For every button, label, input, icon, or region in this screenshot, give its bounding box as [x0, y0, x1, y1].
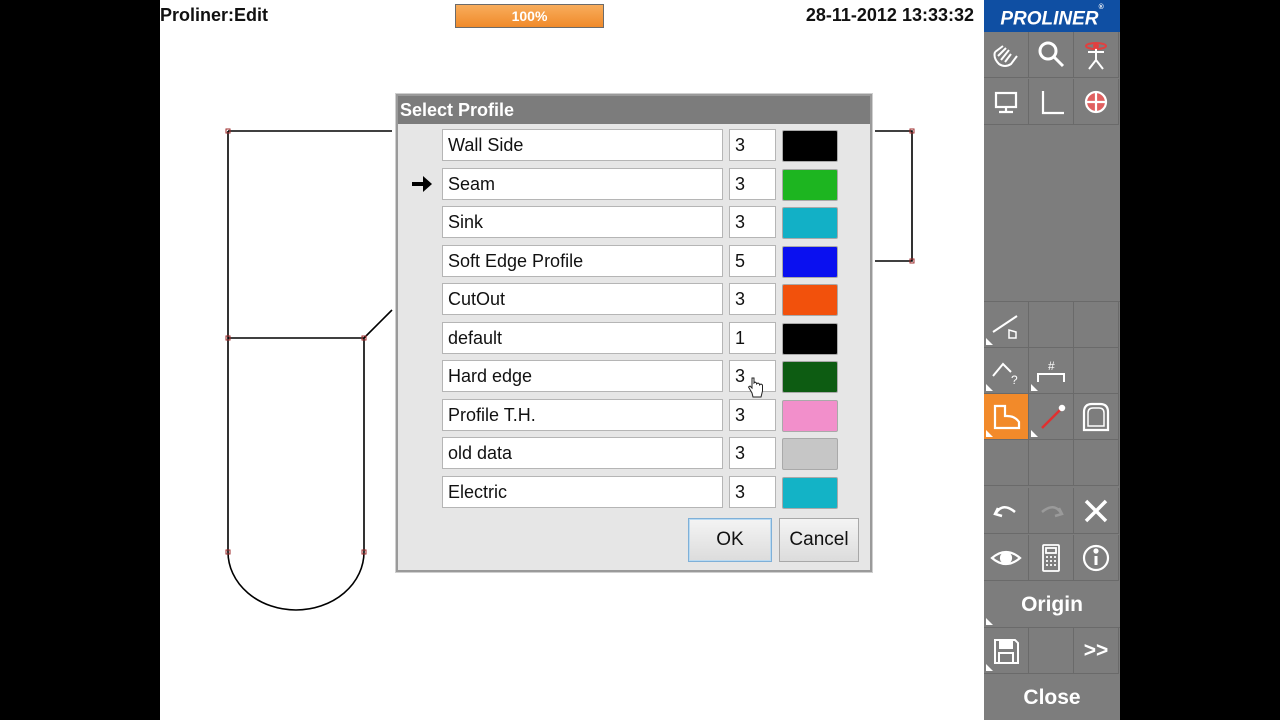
profile-color-swatch[interactable]	[782, 168, 838, 201]
profile-value-field[interactable]: 1	[729, 321, 776, 354]
profile-shape-icon[interactable]	[984, 394, 1029, 440]
delete-x-icon[interactable]	[1074, 488, 1119, 534]
app-title: Proliner:Edit	[160, 5, 269, 25]
profile-value-field[interactable]: 3	[729, 437, 776, 469]
empty-slot	[984, 440, 1029, 486]
profile-name-field[interactable]: Profile T.H.	[442, 398, 723, 431]
profile-name-field[interactable]: Electric	[442, 475, 723, 508]
undo-icon[interactable]	[984, 488, 1029, 534]
progress-text: 100%	[511, 8, 548, 24]
progress-bar: 100%	[455, 4, 604, 28]
empty-slot	[1074, 348, 1119, 394]
profile-value-field[interactable]: 3	[729, 475, 776, 508]
profile-value-field[interactable]: 3	[729, 206, 776, 238]
profile-row[interactable]: old data 3	[398, 437, 870, 471]
profile-row[interactable]: Hard edge 3	[398, 360, 870, 394]
logo-text: PROLINER	[1000, 8, 1099, 30]
profile-color-swatch[interactable]	[782, 130, 838, 162]
dialog-title: Select Profile	[398, 96, 870, 124]
profile-name-field[interactable]: CutOut	[442, 283, 723, 315]
profile-name-field[interactable]: Hard edge	[442, 360, 723, 392]
profile-name-field[interactable]: Wall Side	[442, 129, 723, 161]
profile-name-field[interactable]: default	[442, 321, 723, 354]
profile-color-swatch[interactable]	[782, 207, 838, 239]
empty-slot	[1074, 440, 1119, 486]
profile-color-swatch[interactable]	[782, 399, 838, 432]
profile-name-field[interactable]: Soft Edge Profile	[442, 244, 723, 277]
hand-pointer-icon	[747, 377, 763, 398]
line-touch-icon[interactable]	[984, 302, 1029, 348]
profile-row[interactable]: CutOut 3	[398, 283, 870, 317]
profile-row[interactable]: Seam 3	[398, 167, 870, 202]
top-bar: Proliner:Edit 100% 28-11-2012 13:33:32	[160, 0, 984, 32]
cancel-button[interactable]: Cancel	[779, 518, 859, 562]
calculator-icon[interactable]	[1029, 535, 1074, 581]
profile-row[interactable]: Sink 3	[398, 206, 870, 240]
application-window: Proliner:Edit 100% 28-11-2012 13:33:32 S…	[160, 0, 1120, 720]
profile-value-field[interactable]: 3	[729, 398, 776, 431]
pan-hand-icon[interactable]	[984, 32, 1029, 78]
profile-row[interactable]: Electric 3	[398, 475, 870, 510]
profile-color-swatch[interactable]	[782, 284, 838, 316]
select-profile-dialog: Select Profile Wall Side 3 Seam 3 Sink 3 Soft …	[396, 94, 872, 572]
red-line-icon[interactable]	[1029, 394, 1074, 440]
info-icon[interactable]	[1074, 535, 1119, 581]
selected-arrow-icon	[412, 175, 432, 192]
profile-name-field[interactable]: old data	[442, 437, 723, 469]
monitor-icon[interactable]	[984, 79, 1029, 125]
axis-corner-icon[interactable]	[1029, 79, 1074, 125]
svg-text:?: ?	[1011, 373, 1018, 387]
person-icon[interactable]	[1074, 32, 1119, 78]
profile-name-field[interactable]: Sink	[442, 206, 723, 238]
empty-slot	[1029, 302, 1074, 348]
ok-button[interactable]: OK	[688, 518, 772, 562]
proliner-logo: PROLINER®	[984, 0, 1120, 32]
eye-icon[interactable]	[984, 535, 1029, 581]
profile-value-field[interactable]: 5	[729, 244, 776, 277]
empty-slot	[1029, 440, 1074, 486]
profile-row[interactable]: Wall Side 3	[398, 129, 870, 163]
profile-name-field[interactable]: Seam	[442, 167, 723, 200]
close-button[interactable]: Close	[984, 675, 1120, 720]
profile-row[interactable]: Profile T.H. 3	[398, 398, 870, 433]
profile-color-swatch[interactable]	[782, 476, 838, 509]
redo-icon[interactable]	[1029, 488, 1074, 534]
datetime: 28-11-2012 13:33:32	[805, 5, 974, 25]
empty-slot	[1074, 302, 1119, 348]
edge-question-icon[interactable]: ?	[984, 348, 1029, 394]
zoom-icon[interactable]	[1029, 32, 1074, 78]
profile-row[interactable]: default 1	[398, 321, 870, 356]
rounded-shape-icon[interactable]	[1074, 394, 1119, 440]
target-icon[interactable]	[1074, 79, 1119, 125]
profile-row[interactable]: Soft Edge Profile 5	[398, 244, 870, 279]
svg-text:#: #	[1048, 359, 1055, 373]
profile-value-field[interactable]: 3	[729, 129, 776, 161]
profile-value-field[interactable]: 3	[729, 167, 776, 200]
more-button[interactable]: >>	[1074, 628, 1119, 674]
tool-panel: PROLINER® ? # Origin >> Close	[984, 0, 1120, 720]
profile-color-swatch[interactable]	[782, 438, 838, 470]
profile-color-swatch[interactable]	[782, 361, 838, 393]
empty-slot	[1029, 628, 1074, 674]
profile-value-field[interactable]: 3	[729, 283, 776, 315]
dimension-hash-icon[interactable]: #	[1029, 348, 1074, 394]
save-disk-icon[interactable]	[984, 628, 1029, 674]
logo-registered-mark: ®	[1098, 4, 1104, 11]
origin-button[interactable]: Origin	[984, 582, 1120, 628]
profile-color-swatch[interactable]	[782, 322, 838, 355]
profile-color-swatch[interactable]	[782, 245, 838, 278]
